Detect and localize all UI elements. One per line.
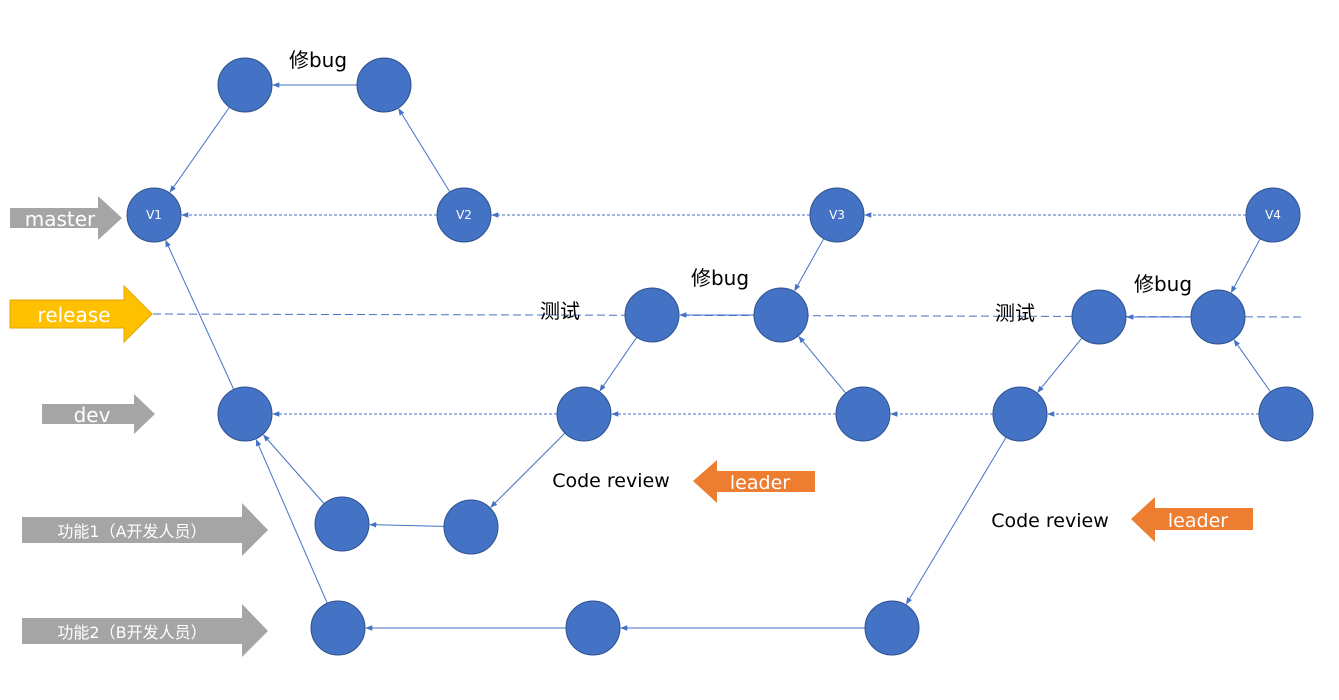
commit-edge bbox=[398, 108, 451, 193]
leader-arrow: leader bbox=[1131, 497, 1253, 542]
commit-node-fa1 bbox=[314, 496, 370, 552]
version-v4: V4 bbox=[1265, 208, 1281, 222]
commit-node-r3 bbox=[1071, 289, 1127, 345]
branch-release-arrow: release bbox=[9, 284, 153, 344]
commit-edge bbox=[369, 521, 445, 528]
commit-edge bbox=[169, 106, 230, 193]
commit-node-fa2 bbox=[443, 499, 499, 555]
branch-feature1-arrow: 功能1（A开发人员） bbox=[22, 503, 268, 556]
leader-arrow: leader bbox=[693, 460, 815, 503]
branch-feature2-arrow: 功能2（B开发人员） bbox=[22, 604, 268, 657]
annotation-code-review: Code review bbox=[552, 470, 670, 492]
commit-edge bbox=[263, 434, 325, 505]
commit-node-fb3 bbox=[864, 600, 920, 656]
commit-edge bbox=[798, 336, 847, 394]
annotation-code-review: Code review bbox=[991, 510, 1109, 532]
version-v3: V3 bbox=[829, 208, 845, 222]
annotation-fix-bug: 修bug bbox=[289, 48, 347, 72]
commit-node-d4 bbox=[992, 386, 1048, 442]
commit-node-b1 bbox=[217, 57, 273, 113]
leader-label: leader bbox=[1168, 510, 1228, 532]
commit-node-fb1 bbox=[310, 600, 366, 656]
commit-edge bbox=[165, 239, 235, 390]
commit-edge bbox=[794, 238, 825, 292]
version-v2: V2 bbox=[456, 208, 472, 222]
branch-dev-arrow: dev bbox=[42, 394, 155, 434]
commit-node-d5 bbox=[1258, 386, 1314, 442]
commit-node-d1 bbox=[217, 386, 273, 442]
commit-node-d3 bbox=[835, 386, 891, 442]
branch-master-arrow: master bbox=[10, 196, 122, 240]
commit-node-d2 bbox=[556, 386, 612, 442]
branch-release-label: release bbox=[38, 303, 111, 327]
branch-master-label: master bbox=[25, 207, 96, 231]
leader-label: leader bbox=[730, 472, 790, 494]
branch-dev-label: dev bbox=[74, 403, 111, 427]
annotation-test: 测试 bbox=[995, 301, 1035, 325]
annotation-fix-bug: 修bug bbox=[691, 266, 749, 290]
annotation-test: 测试 bbox=[540, 299, 580, 323]
branch-feature2-label: 功能2（B开发人员） bbox=[57, 623, 206, 642]
commit-edge bbox=[1230, 238, 1261, 293]
commit-edge bbox=[599, 336, 638, 392]
commit-edge bbox=[1233, 339, 1271, 393]
commit-node-r2 bbox=[753, 287, 809, 343]
commit-node-fb2 bbox=[565, 600, 621, 656]
commit-node-b2 bbox=[356, 57, 412, 113]
commit-node-r1 bbox=[624, 287, 680, 343]
git-flow-diagram: master release dev 功能1（A开发人员） 功能2（B开发人员）… bbox=[9, 48, 1314, 657]
branch-feature1-label: 功能1（A开发人员） bbox=[57, 522, 206, 541]
commit-node-r4 bbox=[1190, 289, 1246, 345]
version-v1: V1 bbox=[146, 208, 162, 222]
commit-edge bbox=[1037, 337, 1083, 393]
annotation-fix-bug: 修bug bbox=[1134, 272, 1192, 296]
